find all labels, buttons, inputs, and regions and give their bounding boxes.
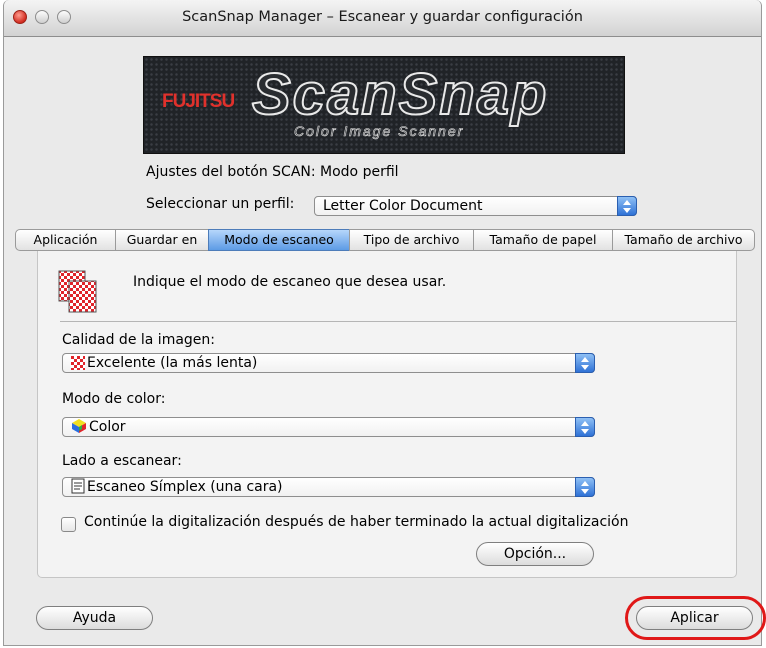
- continue-scanning-checkbox[interactable]: [61, 517, 76, 532]
- popup-arrows-icon: [575, 477, 595, 497]
- scansnap-logo-banner: FUJITSU ScanSnap Color Image Scanner: [143, 56, 625, 154]
- image-quality-select[interactable]: Excelente (la más lenta): [62, 353, 595, 373]
- divider: [60, 321, 736, 322]
- single-page-icon: [71, 478, 85, 494]
- popup-arrows-icon: [575, 417, 595, 437]
- color-mode-label: Modo de color:: [62, 391, 166, 407]
- tab-modo-de-escaneo[interactable]: Modo de escaneo: [208, 229, 350, 251]
- popup-arrows-icon: [575, 353, 595, 373]
- tab-aplicacion[interactable]: Aplicación: [15, 229, 116, 251]
- option-button[interactable]: Opción...: [476, 542, 594, 566]
- profile-select[interactable]: Letter Color Document: [314, 196, 637, 216]
- settings-tabs: Aplicación Guardar en Modo de escaneo Ti…: [15, 229, 755, 251]
- checker-red-icon: [71, 356, 85, 370]
- profile-label: Seleccionar un perfil:: [146, 196, 295, 212]
- scan-button-mode-text: Ajustes del botón SCAN: Modo perfil: [146, 164, 399, 180]
- scan-mode-instruction: Indique el modo de escaneo que desea usa…: [133, 274, 447, 290]
- continue-scanning-label[interactable]: Continúe la digitalización después de ha…: [84, 514, 628, 530]
- tab-tipo-de-archivo[interactable]: Tipo de archivo: [349, 229, 474, 251]
- logo-tagline: Color Image Scanner: [294, 123, 465, 140]
- fujitsu-logo: FUJITSU: [162, 91, 235, 112]
- window-title: ScanSnap Manager – Escanear y guardar co…: [182, 9, 583, 25]
- profile-select-value: Letter Color Document: [323, 198, 483, 214]
- image-quality-value: Excelente (la más lenta): [87, 355, 258, 371]
- image-quality-label: Calidad de la imagen:: [62, 332, 216, 348]
- color-cube-icon: [72, 419, 86, 433]
- color-mode-select[interactable]: Color: [62, 417, 595, 437]
- tab-guardar-en[interactable]: Guardar en: [115, 229, 209, 251]
- scan-mode-icon: [58, 270, 97, 313]
- scan-side-value: Escaneo Símplex (una cara): [87, 479, 283, 495]
- popup-arrows-icon: [617, 196, 637, 216]
- help-button[interactable]: Ayuda: [36, 606, 153, 630]
- tab-tamano-de-papel[interactable]: Tamaño de papel: [473, 229, 613, 251]
- title-bar[interactable]: ScanSnap Manager – Escanear y guardar co…: [4, 0, 761, 37]
- color-mode-value: Color: [89, 419, 126, 435]
- scansnap-wordmark: ScanSnap: [251, 61, 549, 128]
- scan-side-label: Lado a escanear:: [62, 453, 182, 469]
- tab-tamano-de-archivo[interactable]: Tamaño de archivo: [612, 229, 755, 251]
- scan-side-select[interactable]: Escaneo Símplex (una cara): [62, 477, 595, 497]
- apply-button-highlight: [625, 596, 766, 640]
